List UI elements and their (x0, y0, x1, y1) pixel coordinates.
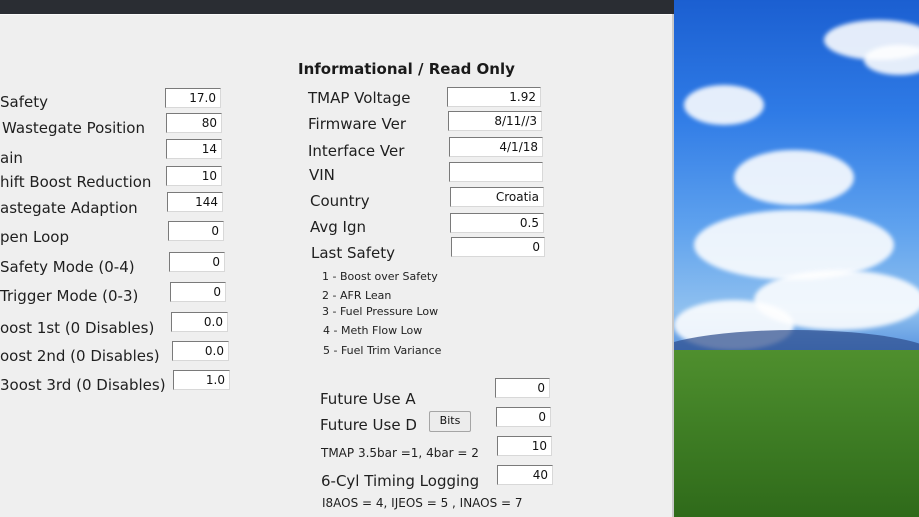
info-label-country: Country (310, 192, 370, 210)
info-label-vin: VIN (309, 166, 335, 184)
setting-value-field[interactable]: 0.0 (171, 312, 228, 332)
setting-label: oost 1st (0 Disables) (0, 319, 155, 337)
setting-value-field[interactable]: 14 (166, 139, 222, 159)
setting-label: astegate Adaption (0, 199, 138, 217)
safety-code-item: 3 - Fuel Pressure Low (322, 305, 439, 318)
safety-code-item: 4 - Meth Flow Low (323, 324, 423, 337)
info-value-tmap-voltage: 1.92 (447, 87, 541, 107)
top-dark-strip (0, 0, 680, 14)
info-label-firmware: Firmware Ver (308, 115, 407, 133)
setting-value-field[interactable]: 0 (170, 282, 226, 302)
desktop-wallpaper (674, 0, 919, 517)
info-value-last-safety: 0 (451, 237, 545, 257)
setting-label: ain (0, 149, 23, 167)
setting-value-field[interactable]: 1.0 (173, 370, 230, 390)
bits-button[interactable]: Bits (429, 411, 471, 432)
info-label-last-safety: Last Safety (311, 244, 395, 262)
info-value-interface: 4/1/18 (449, 137, 543, 157)
setting-label: oost 2nd (0 Disables) (0, 347, 160, 365)
setting-label: Safety (0, 93, 48, 111)
tmap-mode-label: TMAP 3.5bar =1, 4bar = 2 (321, 446, 479, 460)
setting-label: Trigger Mode (0-3) (0, 287, 139, 305)
safety-code-item: 2 - AFR Lean (322, 289, 392, 302)
setting-value-field[interactable]: 80 (166, 113, 222, 133)
safety-code-item: 1 - Boost over Safety (322, 270, 438, 283)
future-use-a-field[interactable]: 0 (495, 378, 550, 398)
settings-panel: Informational / Read Only Safety 17.0 Wa… (0, 14, 674, 517)
info-label-interface: Interface Ver (308, 142, 405, 160)
safety-code-item: 5 - Fuel Trim Variance (323, 344, 442, 357)
future-use-d-label: Future Use D (320, 416, 417, 434)
info-value-avg-ign: 0.5 (450, 213, 544, 233)
future-use-a-label: Future Use A (320, 390, 416, 408)
setting-label: pen Loop (0, 228, 69, 246)
setting-value-field[interactable]: 144 (167, 192, 223, 212)
setting-value-field[interactable]: 0 (168, 221, 224, 241)
future-use-d-field[interactable]: 0 (496, 407, 551, 427)
info-value-country: Croatia (450, 187, 544, 207)
setting-label: 3oost 3rd (0 Disables) (0, 376, 166, 394)
setting-value-field[interactable]: 17.0 (165, 88, 221, 108)
info-value-firmware: 8/11//3 (448, 111, 542, 131)
setting-value-field[interactable]: 0 (169, 252, 225, 272)
setting-label: Safety Mode (0-4) (0, 258, 135, 276)
setting-value-field[interactable]: 0.0 (172, 341, 229, 361)
info-label-tmap-voltage: TMAP Voltage (308, 89, 411, 107)
timing-logging-field[interactable]: 40 (497, 465, 553, 485)
setting-label: Wastegate Position (2, 119, 145, 137)
panel-title: Informational / Read Only (298, 60, 515, 78)
info-value-vin (449, 162, 543, 182)
info-label-avg-ign: Avg Ign (310, 218, 367, 236)
setting-label: hift Boost Reduction (0, 173, 152, 191)
engine-code-note: I8AOS = 4, IJEOS = 5 , INAOS = 7 (322, 496, 523, 510)
timing-logging-label: 6-Cyl Timing Logging (321, 472, 480, 490)
setting-value-field[interactable]: 10 (166, 166, 222, 186)
tmap-mode-field[interactable]: 10 (497, 436, 552, 456)
